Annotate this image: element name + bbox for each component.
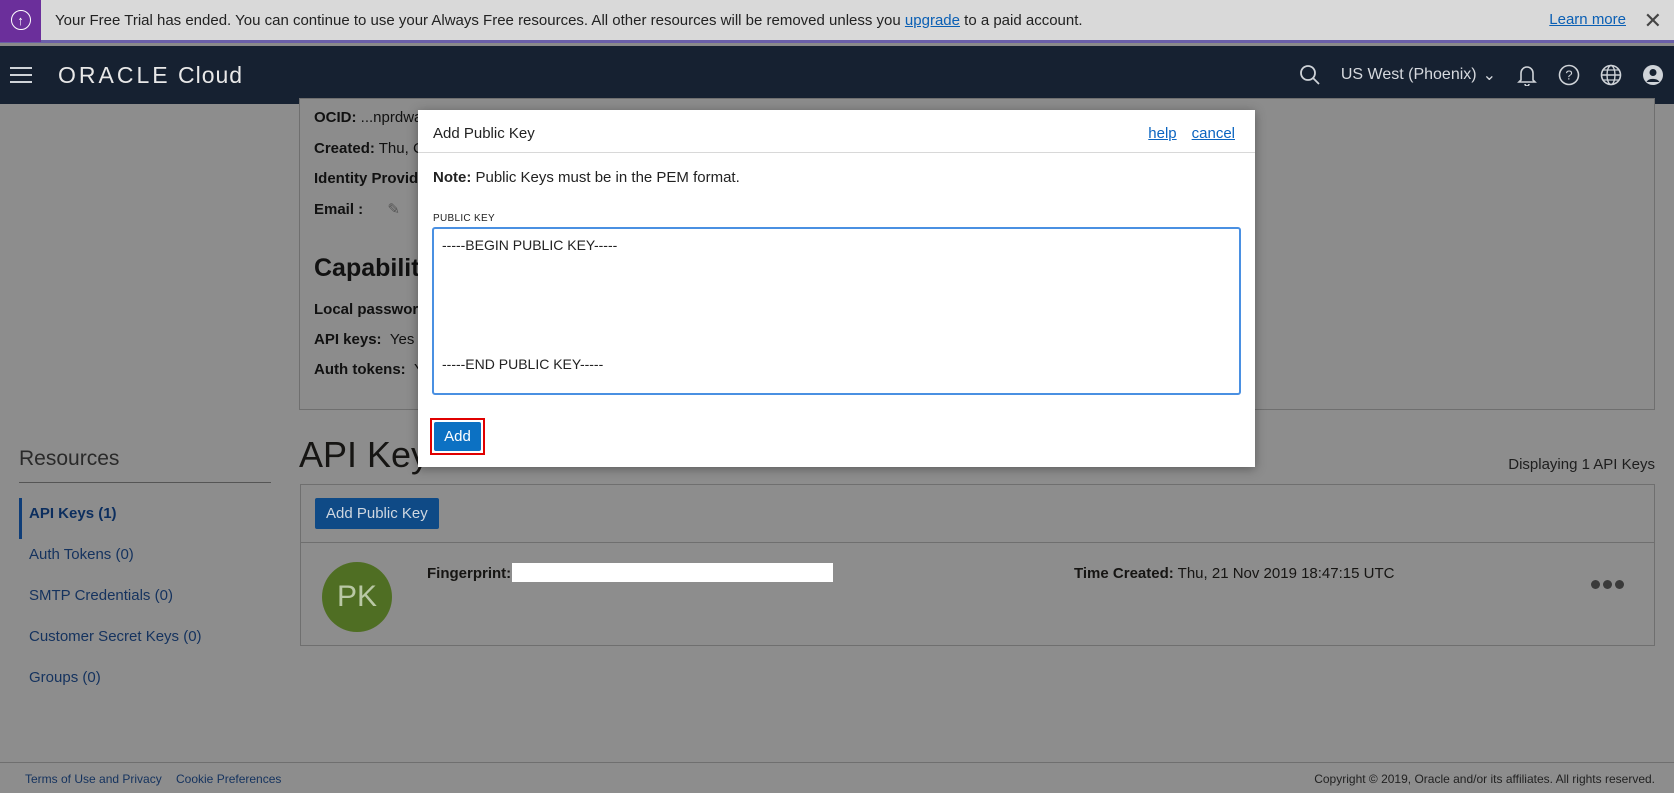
banner-icon-box: ↑ (0, 0, 41, 42)
logo-product: Cloud (177, 61, 244, 88)
topbar-actions: US West (Phoenix) ⌄ ? (1299, 46, 1664, 104)
help-link[interactable]: help (1148, 125, 1176, 142)
add-public-key-dialog: Add Public Key help cancel Note: Public … (418, 110, 1255, 467)
close-icon[interactable]: ✕ (1644, 8, 1662, 34)
help-icon[interactable]: ? (1558, 64, 1580, 86)
email-label: Email : (314, 201, 364, 218)
fingerprint-label: Fingerprint: (427, 565, 512, 582)
local-password-row: Local passworc (314, 301, 427, 318)
upgrade-arrow-icon: ↑ (10, 10, 31, 30)
email-row: Email : ✎ (314, 200, 400, 218)
pem-format-note: Note: Public Keys must be in the PEM for… (433, 169, 740, 186)
auth-tokens-row: Auth tokens: Y (314, 361, 424, 378)
pencil-icon[interactable]: ✎ (387, 201, 400, 218)
identity-provider-row: Identity Provide (314, 170, 427, 187)
ocid-value: ...nprdwa (360, 109, 423, 126)
cookie-preferences-link[interactable]: Cookie Preferences (176, 772, 281, 786)
time-created-label: Time Created: (1074, 565, 1174, 582)
resource-item-auth-tokens[interactable]: Auth Tokens (0) (19, 539, 271, 580)
hamburger-menu-icon[interactable] (10, 67, 32, 83)
add-button-highlight: Add (430, 418, 485, 455)
copyright-text: Copyright © 2019, Oracle and/or its affi… (1314, 772, 1655, 786)
add-button[interactable]: Add (434, 422, 481, 451)
upgrade-link[interactable]: upgrade (905, 12, 960, 29)
api-keys-row: API keys: Yes (314, 331, 414, 348)
public-key-label: PUBLIC KEY (433, 213, 495, 224)
dialog-header: Add Public Key help cancel (418, 110, 1255, 153)
resources-heading: Resources (19, 447, 120, 470)
api-keys-heading: API Key (299, 434, 430, 475)
banner-text-after: to a paid account. (959, 11, 1083, 29)
bell-icon[interactable] (1516, 64, 1538, 86)
trial-banner: ↑ Your Free Trial has ended. You can con… (0, 0, 1674, 43)
more-actions-icon[interactable] (1591, 580, 1624, 589)
avatar: PK (322, 562, 392, 632)
time-created-value: Thu, 21 Nov 2019 18:47:15 UTC (1177, 565, 1395, 582)
capabilities-heading: Capabiliti (314, 254, 427, 282)
resources-menu: API Keys (1) Auth Tokens (0) SMTP Creden… (19, 498, 271, 703)
region-label: US West (Phoenix) (1340, 66, 1477, 83)
globe-icon[interactable] (1600, 64, 1622, 86)
resource-item-groups[interactable]: Groups (0) (19, 662, 271, 703)
footer: Terms of Use and Privacy Cookie Preferen… (0, 762, 1674, 793)
identity-provider-label: Identity Provide (314, 170, 427, 187)
chevron-down-icon: ⌄ (1482, 67, 1496, 84)
api-keys-panel: Add Public Key PK Fingerprint: Time Crea… (300, 484, 1655, 646)
dialog-header-links: help cancel (1148, 125, 1235, 142)
search-icon[interactable] (1299, 64, 1321, 86)
top-navigation-bar: ORACLE Cloud US West (Phoenix) ⌄ ? (0, 46, 1674, 104)
api-keys-cap-value: Yes (389, 331, 415, 348)
local-password-label: Local passworc (314, 301, 427, 318)
time-created-row: Time Created: Thu, 21 Nov 2019 18:47:15 … (1074, 565, 1394, 582)
dialog-title: Add Public Key (433, 125, 535, 142)
created-row: Created: Thu, C (314, 140, 424, 157)
resource-item-api-keys[interactable]: API Keys (1) (19, 498, 271, 539)
banner-text-before: Your Free Trial has ended. You can conti… (55, 11, 905, 29)
learn-more-link[interactable]: Learn more (1549, 11, 1626, 28)
add-public-key-button[interactable]: Add Public Key (315, 498, 439, 529)
auth-tokens-cap-label: Auth tokens: (314, 361, 406, 378)
api-keys-toolbar: Add Public Key (301, 485, 1654, 543)
displaying-count: Displaying 1 API Keys (1508, 456, 1655, 473)
fingerprint-redacted (512, 563, 833, 582)
banner-message: Your Free Trial has ended. You can conti… (55, 12, 1083, 29)
cancel-link[interactable]: cancel (1192, 125, 1235, 142)
public-key-textarea[interactable]: -----BEGIN PUBLIC KEY----- -----END PUBL… (432, 227, 1241, 395)
terms-link[interactable]: Terms of Use and Privacy (25, 772, 162, 786)
created-label: Created: (314, 140, 375, 157)
note-label: Note: (433, 169, 472, 186)
api-keys-cap-label: API keys: (314, 331, 382, 348)
oracle-cloud-logo[interactable]: ORACLE Cloud (58, 62, 243, 89)
user-profile-icon[interactable] (1642, 64, 1664, 86)
resource-item-smtp-credentials[interactable]: SMTP Credentials (0) (19, 580, 271, 621)
region-selector[interactable]: US West (Phoenix) ⌄ (1341, 65, 1496, 85)
svg-text:?: ? (1565, 68, 1572, 83)
ocid-label: OCID: (314, 109, 357, 126)
note-text: Public Keys must be in the PEM format. (471, 169, 740, 186)
resource-item-customer-secret-keys[interactable]: Customer Secret Keys (0) (19, 621, 271, 662)
ocid-row: OCID: ...nprdwa (314, 109, 422, 126)
resources-divider (19, 482, 271, 483)
logo-brand: ORACLE (58, 61, 171, 88)
